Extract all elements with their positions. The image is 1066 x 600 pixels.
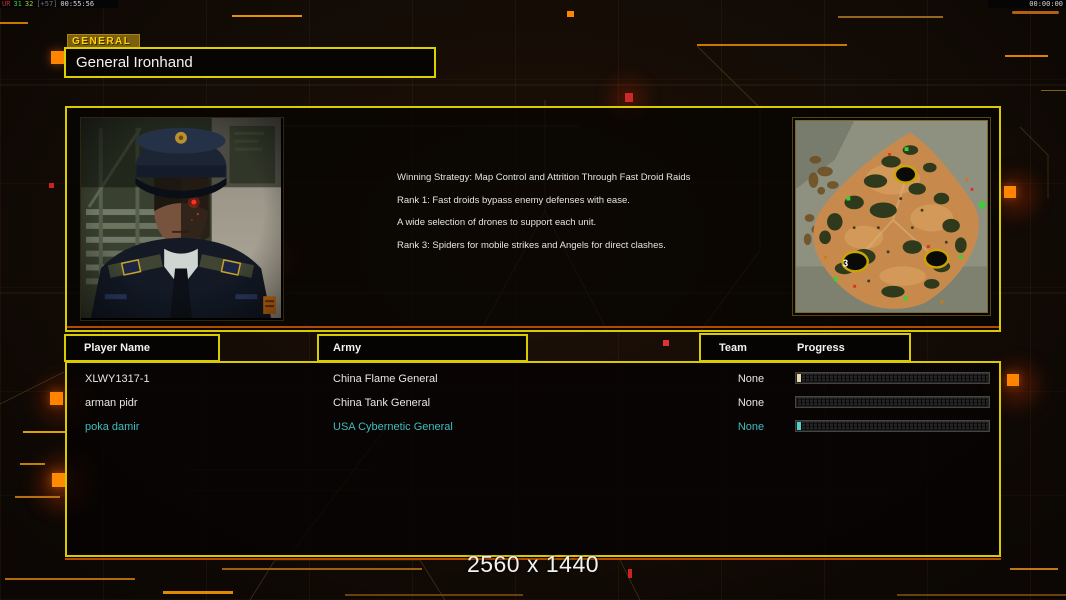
panel-accent-line [67, 326, 999, 328]
decor-line [0, 22, 28, 24]
player-row: arman pidr China Tank General None [67, 391, 999, 415]
general-portrait [80, 117, 284, 321]
decor-line [20, 463, 45, 465]
progress-tick [797, 398, 801, 406]
game-clock: 00:00:00 [1029, 0, 1063, 8]
decor-square [49, 183, 54, 188]
decor-square [50, 392, 63, 405]
player-name-cell[interactable]: poka damir [85, 421, 139, 433]
general-name-input[interactable] [66, 49, 444, 76]
decor-square [625, 93, 633, 102]
debug-token: UR [2, 0, 11, 8]
decor-line [697, 44, 847, 46]
general-name-box [64, 47, 444, 78]
player-row: XLWY1317-1 China Flame General None [67, 367, 999, 391]
team-cell[interactable]: None [721, 373, 781, 385]
decor-square [567, 11, 574, 17]
header-army-label: Army [333, 342, 362, 354]
debug-token: [+57] [36, 0, 58, 8]
decor-line [1041, 90, 1066, 91]
player-name-cell[interactable]: XLWY1317-1 [85, 373, 150, 385]
decor-line [163, 591, 233, 594]
debug-token: 00:55:56 [60, 0, 95, 8]
progress-tick [797, 374, 801, 382]
decor-line [1005, 55, 1048, 57]
header-army: Army [317, 334, 528, 362]
team-cell[interactable]: None [721, 421, 781, 433]
decor-square [51, 51, 64, 64]
header-player-name-label: Player Name [84, 342, 151, 354]
decor-line [1010, 568, 1058, 570]
decor-line [15, 496, 60, 498]
decor-square [1004, 186, 1016, 198]
resolution-label: 2560 x 1440 [466, 551, 600, 577]
decor-line [897, 594, 1066, 596]
header-progress-label: Progress [797, 341, 845, 354]
decor-square [663, 340, 669, 346]
map-preview: 3 [792, 117, 991, 316]
decor-square [1007, 374, 1019, 386]
general-tab-label: GENERAL [67, 34, 140, 48]
decor-line [232, 15, 302, 17]
strategy-description: Winning Strategy: Map Control and Attrit… [397, 172, 693, 262]
debug-token: 31 [13, 0, 22, 8]
decor-line [838, 16, 943, 18]
decor-line [5, 578, 135, 580]
decor-line [345, 594, 523, 596]
strategy-line: Winning Strategy: Map Control and Attrit… [397, 172, 691, 183]
decor-line [222, 568, 422, 570]
player-name-cell[interactable]: arman pidr [85, 397, 138, 409]
header-player-name: Player Name [64, 334, 220, 362]
decor-square [628, 569, 632, 578]
debug-overlay: UR 31 32 [+57] 00:55:56 [2, 0, 97, 8]
team-cell[interactable]: None [721, 397, 781, 409]
progress-bar [795, 420, 990, 432]
progress-tick [797, 422, 801, 430]
strategy-line: Rank 3: Spiders for mobile strikes and A… [397, 239, 666, 251]
start-position-number: 3 [843, 258, 849, 269]
army-cell[interactable]: USA Cybernetic General [333, 421, 453, 433]
strategy-line: Rank 1: Fast droids bypass enemy defense… [397, 194, 630, 206]
decor-square [52, 473, 66, 487]
player-row: poka damir USA Cybernetic General None [67, 415, 999, 439]
progress-bar [795, 396, 990, 408]
strategy-line: A wide selection of drones to support ea… [397, 217, 597, 228]
army-cell[interactable]: China Tank General [333, 397, 430, 409]
header-team-label: Team [719, 341, 747, 354]
decor-line [1012, 11, 1059, 14]
player-roster-panel: XLWY1317-1 China Flame General None arma… [65, 361, 1001, 557]
progress-bar [795, 372, 990, 384]
header-team-progress: Team Progress [699, 333, 911, 362]
decor-line [23, 431, 66, 433]
army-cell[interactable]: China Flame General [333, 373, 438, 385]
lobby-screen: UR3132[+57]00:55:56 00:00:00 GENERAL [0, 0, 1066, 600]
debug-token: 32 [24, 0, 34, 8]
